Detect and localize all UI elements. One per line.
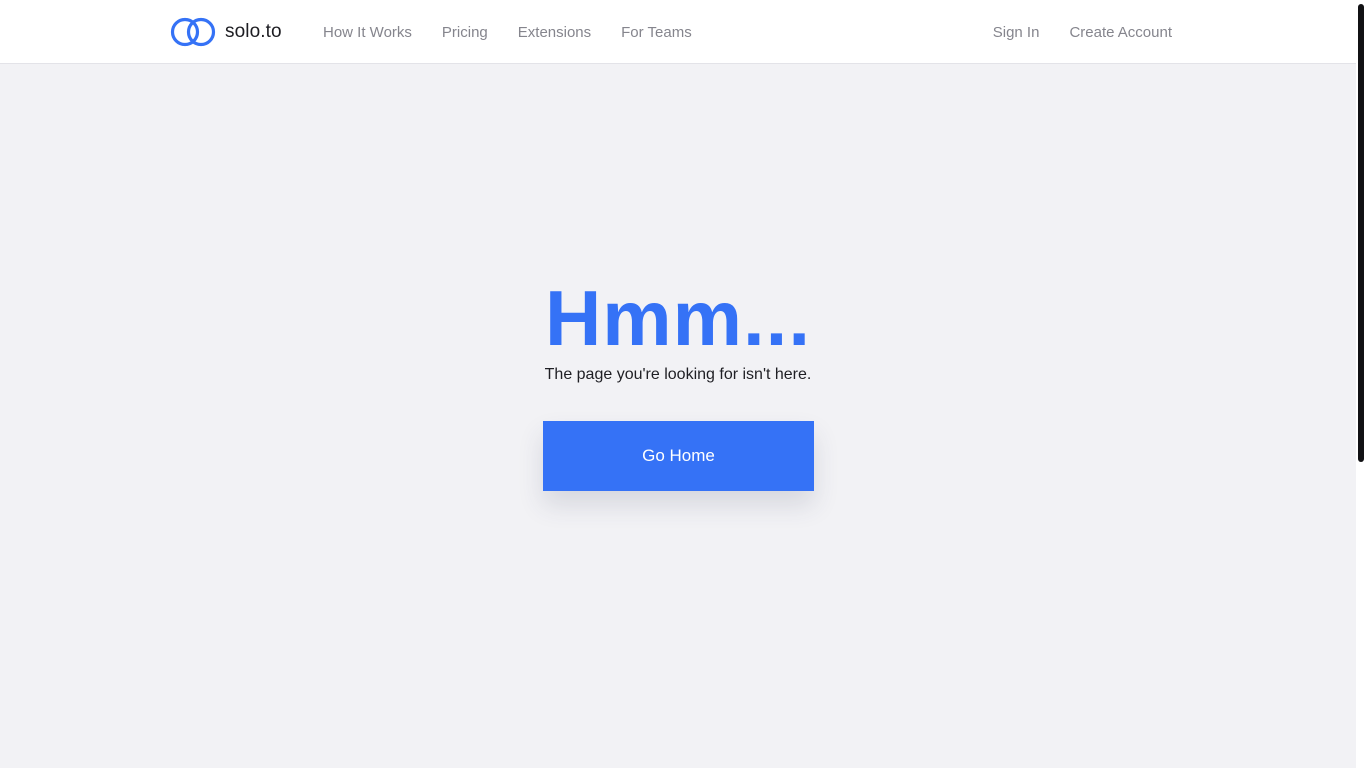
page: solo.to How It Works Pricing Extensions …	[0, 0, 1366, 768]
sign-in-link[interactable]: Sign In	[993, 24, 1040, 41]
account-nav: Sign In Create Account	[993, 0, 1172, 64]
not-found-content: Hmm... The page you're looking for isn't…	[0, 64, 1356, 768]
go-home-button[interactable]: Go Home	[543, 421, 814, 491]
top-navbar: solo.to How It Works Pricing Extensions …	[0, 0, 1356, 64]
scrollbar-thumb[interactable]	[1358, 4, 1364, 462]
create-account-link[interactable]: Create Account	[1069, 24, 1172, 41]
linked-rings-logo-icon	[170, 17, 216, 47]
vertical-scrollbar[interactable]	[1356, 0, 1366, 768]
primary-nav: How It Works Pricing Extensions For Team…	[323, 0, 722, 64]
brand-name: solo.to	[225, 21, 282, 42]
nav-pricing[interactable]: Pricing	[442, 24, 488, 41]
nav-extensions[interactable]: Extensions	[518, 24, 591, 41]
brand-logo-link[interactable]: solo.to	[170, 16, 282, 48]
nav-for-teams[interactable]: For Teams	[621, 24, 692, 41]
not-found-message: The page you're looking for isn't here.	[544, 366, 812, 383]
nav-how-it-works[interactable]: How It Works	[323, 24, 412, 41]
page-title: Hmm...	[544, 274, 812, 362]
